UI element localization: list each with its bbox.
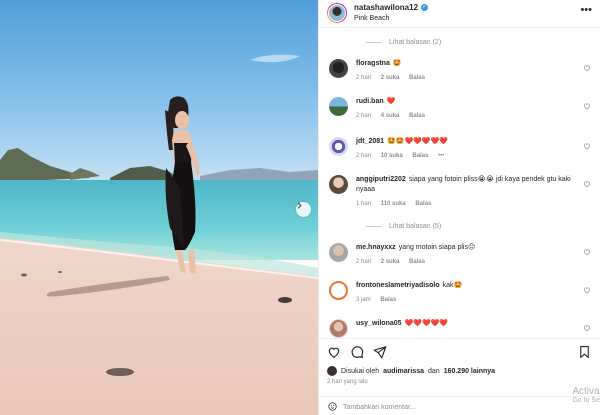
activation-watermark: Activa Go to Se [572, 386, 600, 404]
comment-time[interactable]: 1 hari [356, 201, 371, 207]
likes-count[interactable]: 160.290 lainnya [444, 368, 495, 375]
author-avatar[interactable] [327, 3, 347, 23]
likes-middle: dan [428, 367, 440, 375]
reply-button[interactable]: Balas [409, 113, 425, 119]
commenter-avatar[interactable] [329, 97, 348, 116]
emoji-icon[interactable] [328, 402, 337, 411]
comment-options-icon[interactable]: ••• [438, 153, 444, 159]
commenter-username[interactable]: rudi.ban [356, 98, 384, 105]
comment-likes[interactable]: 110 suka [381, 201, 406, 207]
comment-text: 🤩🤩❤️❤️❤️❤️❤️ [387, 138, 449, 145]
comment-text: ❤️❤️❤️❤️❤️ [404, 320, 449, 327]
chevron-right-icon [297, 202, 302, 209]
post-panel: natashawilona12 ✓ Pink Beach ••• Lihat b… [318, 0, 600, 415]
commenter-username[interactable]: floragstna [356, 60, 390, 67]
liker-username[interactable]: audimarissa [383, 368, 424, 375]
view-replies-label: Lihat balasan (2) [389, 39, 442, 46]
reply-button[interactable]: Balas [409, 75, 425, 81]
reply-button[interactable]: Balas [415, 201, 431, 207]
heart-icon[interactable] [583, 180, 591, 188]
reply-button[interactable]: Balas [380, 297, 396, 303]
verified-icon: ✓ [421, 4, 429, 11]
comment-likes[interactable]: 10 suka [381, 153, 403, 159]
heart-icon[interactable] [583, 64, 591, 72]
view-replies-label: Lihat balasan (5) [389, 223, 442, 230]
comments-list[interactable]: Lihat balasan (2) floragstna 🤩 2 hari 2 s… [319, 28, 600, 338]
commenter-avatar[interactable] [329, 59, 348, 78]
more-icon[interactable]: ••• [580, 4, 592, 16]
action-bar [319, 338, 600, 364]
next-photo-button[interactable] [296, 202, 311, 217]
heart-icon[interactable] [583, 142, 591, 150]
add-comment-bar [319, 396, 600, 415]
commenter-username[interactable]: me.hnayxxz [356, 244, 396, 251]
reply-button[interactable]: Balas [409, 259, 425, 265]
commenter-avatar[interactable] [329, 281, 348, 300]
comment-likes[interactable]: 2 suka [381, 259, 400, 265]
replies-divider [366, 42, 382, 43]
author-username-row: natashawilona12 ✓ [354, 3, 429, 12]
commenter-username[interactable]: usy_wilona05 [356, 320, 402, 327]
post-location[interactable]: Pink Beach [354, 15, 389, 22]
commenter-username[interactable]: frontoneslametriyadisolo [356, 282, 440, 289]
post-header: natashawilona12 ✓ Pink Beach ••• [319, 0, 600, 28]
post-time[interactable]: 2 hari yang lalu [327, 379, 368, 385]
comment-text: kak🤩 [442, 282, 463, 289]
heart-icon[interactable] [583, 324, 591, 332]
comment-time[interactable]: 2 hari [356, 113, 371, 119]
liker-avatar[interactable] [327, 366, 337, 376]
heart-icon[interactable] [583, 102, 591, 110]
commenter-avatar[interactable] [329, 137, 348, 156]
likes-summary: Disukai oleh audimarissa dan 160.290 lai… [327, 366, 495, 376]
comment-time[interactable]: 2 hari [356, 75, 371, 81]
commenter-avatar[interactable] [329, 243, 348, 262]
comment-text: ❤️ [386, 98, 396, 105]
commenter-username[interactable]: anggiputri2202 [356, 176, 406, 183]
beach-image [0, 0, 318, 415]
comment-time[interactable]: 3 jam [356, 297, 371, 303]
author-username[interactable]: natashawilona12 [354, 3, 418, 12]
commenter-avatar[interactable] [329, 319, 348, 338]
watermark-line2: Go to Se [572, 397, 600, 404]
reply-button[interactable]: Balas [412, 153, 428, 159]
comment-text: 🤩 [392, 60, 402, 67]
heart-icon[interactable] [583, 286, 591, 294]
comment-icon[interactable] [350, 345, 364, 359]
comment-likes[interactable]: 4 suka [381, 113, 400, 119]
comment-time[interactable]: 2 hari [356, 153, 371, 159]
post-photo[interactable] [0, 0, 318, 415]
comment-text: yang motoin siapa plis😑 [398, 244, 476, 251]
view-replies-toggle[interactable]: Lihat balasan (5) [366, 223, 441, 230]
view-replies-toggle[interactable]: Lihat balasan (2) [366, 39, 441, 46]
commenter-username[interactable]: jdt_2081 [356, 138, 384, 145]
bookmark-icon[interactable] [578, 345, 591, 359]
add-comment-input[interactable] [343, 401, 513, 413]
watermark-line1: Activa [572, 386, 600, 397]
commenter-avatar[interactable] [329, 175, 348, 194]
heart-icon[interactable] [583, 248, 591, 256]
post-viewer: natashawilona12 ✓ Pink Beach ••• Lihat b… [0, 0, 600, 415]
share-icon[interactable] [373, 345, 387, 359]
heart-icon[interactable] [327, 345, 341, 359]
likes-prefix: Disukai oleh [341, 367, 380, 375]
comment-likes[interactable]: 2 suka [381, 75, 400, 81]
comment-time[interactable]: 2 hari [356, 259, 371, 265]
replies-divider [366, 226, 382, 227]
